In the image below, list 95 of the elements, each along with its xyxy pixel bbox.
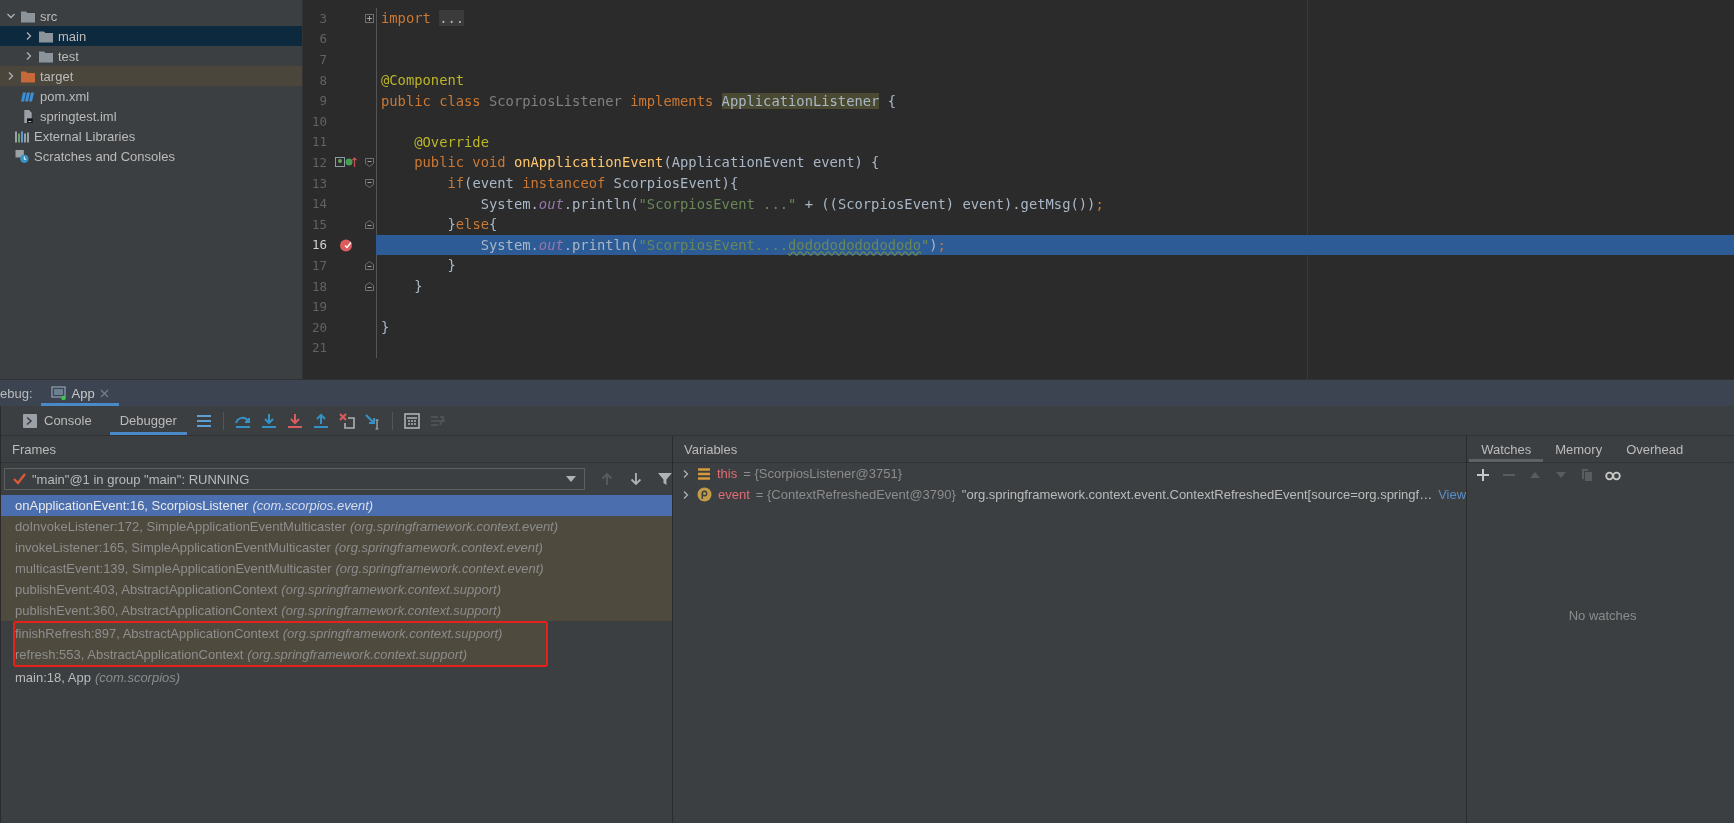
field-list-icon [697, 466, 711, 481]
empty-message: No watches [1568, 607, 1637, 623]
fold-icon[interactable] [365, 178, 374, 188]
arrow-down-icon[interactable] [629, 472, 644, 486]
view-link[interactable]: View [1438, 487, 1467, 502]
fold-end-icon[interactable] [365, 219, 374, 229]
panel-title: Variables [684, 441, 738, 457]
frame-item[interactable]: main:18, App (com.scorpios) [1, 667, 672, 688]
line-number: 18 [310, 278, 327, 294]
folder-icon [39, 29, 53, 43]
frame-item[interactable]: onApplicationEvent:16, ScorpiosListener (com.scorpios.event) [1, 495, 672, 516]
line-number: 17 [310, 257, 327, 273]
chevron-down-icon[interactable] [6, 11, 16, 21]
chevron-right-icon[interactable] [681, 489, 691, 500]
chevron-right-icon[interactable] [681, 468, 691, 479]
add-icon[interactable] [1475, 468, 1492, 482]
folder-icon [39, 49, 53, 63]
folder-icon [21, 69, 35, 83]
code-line: @Override [413, 133, 489, 150]
variable-name: this [717, 466, 738, 481]
line-number: 7 [318, 52, 327, 67]
line-number: 14 [310, 196, 327, 212]
line-number: 12 [310, 154, 327, 170]
line-number: 15 [310, 216, 327, 232]
tab[interactable]: Debugger [109, 406, 187, 435]
code-line: @Component [380, 72, 465, 89]
tab[interactable]: Memory [1543, 436, 1615, 462]
session-tab[interactable]: App [40, 380, 119, 406]
code-line: }else{ [446, 216, 498, 233]
implementation-marker-icon[interactable] [335, 156, 357, 169]
line-number: 20 [310, 319, 327, 335]
panel-title: ebug: [0, 385, 33, 401]
line-number: 16 [310, 237, 327, 253]
calculator-icon[interactable] [402, 411, 421, 430]
chevron-right-icon[interactable] [6, 71, 16, 81]
tree-item[interactable]: springtest.iml [0, 106, 302, 126]
panel-title: Frames [12, 441, 57, 457]
line-number: 10 [310, 113, 327, 129]
code-line: public void onApplicationEvent(ApplicationEvent event) { [413, 154, 880, 171]
code-line: System.out.println("ScorpiosEvent....dodododododododo"); [479, 236, 946, 253]
step-into-icon[interactable] [259, 411, 278, 430]
variable-detail: "org.springframework.context.event.ContextRefreshedEvent[source=org.springf… [961, 487, 1433, 502]
variable-row[interactable]: this = {ScorpiosListener@3751} [673, 463, 1467, 484]
filter-icon[interactable] [658, 472, 672, 486]
check-icon [13, 473, 26, 485]
tree-item[interactable]: test [0, 46, 302, 66]
drop-frame-icon[interactable] [337, 411, 356, 430]
chevron-right-icon[interactable] [24, 31, 34, 41]
variable-value: = {ContextRefreshedEvent@3790} [755, 487, 956, 502]
monitor-icon [50, 385, 67, 401]
line-number: 11 [310, 134, 327, 150]
breakpoint-icon[interactable] [339, 237, 353, 252]
caret-icon [566, 476, 577, 482]
code-line: public class ScorpiosListener implements ApplicationListener { [380, 92, 897, 109]
tree-item[interactable]: main [0, 26, 302, 46]
line-number: 3 [318, 10, 327, 26]
code-line: } [413, 278, 423, 294]
scratch-icon [15, 149, 29, 163]
line-number: 6 [318, 31, 327, 47]
tree-item[interactable]: pom.xml [0, 86, 302, 106]
tree-item[interactable]: src [0, 6, 302, 26]
file-icon [21, 109, 35, 123]
tab[interactable]: Overhead [1614, 436, 1696, 462]
close-icon[interactable] [99, 388, 109, 398]
line-number: 9 [318, 93, 327, 109]
tab[interactable]: Console [13, 406, 102, 435]
line-number: 19 [310, 299, 327, 315]
force-step-into-icon[interactable] [285, 411, 304, 430]
fold-expand-icon[interactable] [365, 13, 374, 23]
fold-end-icon[interactable] [365, 260, 374, 270]
fold-end-icon[interactable] [365, 281, 374, 291]
line-number: 21 [310, 340, 327, 356]
library-icon [15, 129, 29, 143]
run-to-cursor-icon[interactable] [363, 411, 382, 430]
tree-item[interactable]: target [0, 66, 302, 86]
tree-item[interactable]: Scratches and Consoles [0, 146, 302, 166]
line-number: 8 [318, 72, 327, 88]
variable-name: event [718, 487, 750, 502]
folder-icon [21, 9, 35, 23]
tree-item[interactable]: External Libraries [0, 126, 302, 146]
parameter-icon [697, 487, 712, 502]
fold-icon[interactable] [365, 157, 374, 167]
tab[interactable]: Watches [1469, 436, 1544, 462]
thread-dropdown[interactable]: "main"@1 in group "main": RUNNING [4, 468, 586, 490]
console-icon [23, 413, 37, 428]
code-line: System.out.println("ScorpiosEvent ..." + ((ScorpiosEvent) event).getMsg()); [479, 195, 1104, 212]
code-line: } [380, 319, 390, 336]
line-number: 13 [310, 175, 327, 191]
code-line: import ... [380, 10, 465, 27]
chevron-right-icon[interactable] [24, 51, 34, 61]
code-line: } [446, 257, 456, 274]
code-line: if(event instanceof ScorpiosEvent){ [446, 175, 739, 192]
step-out-icon[interactable] [311, 411, 330, 430]
variable-value: = {ScorpiosListener@3751} [743, 466, 903, 481]
variable-row[interactable]: event = {ContextRefreshedEvent@3790} "org.springframework.context.event.ContextRefreshedEvent[source=org.springf… View [673, 484, 1467, 505]
